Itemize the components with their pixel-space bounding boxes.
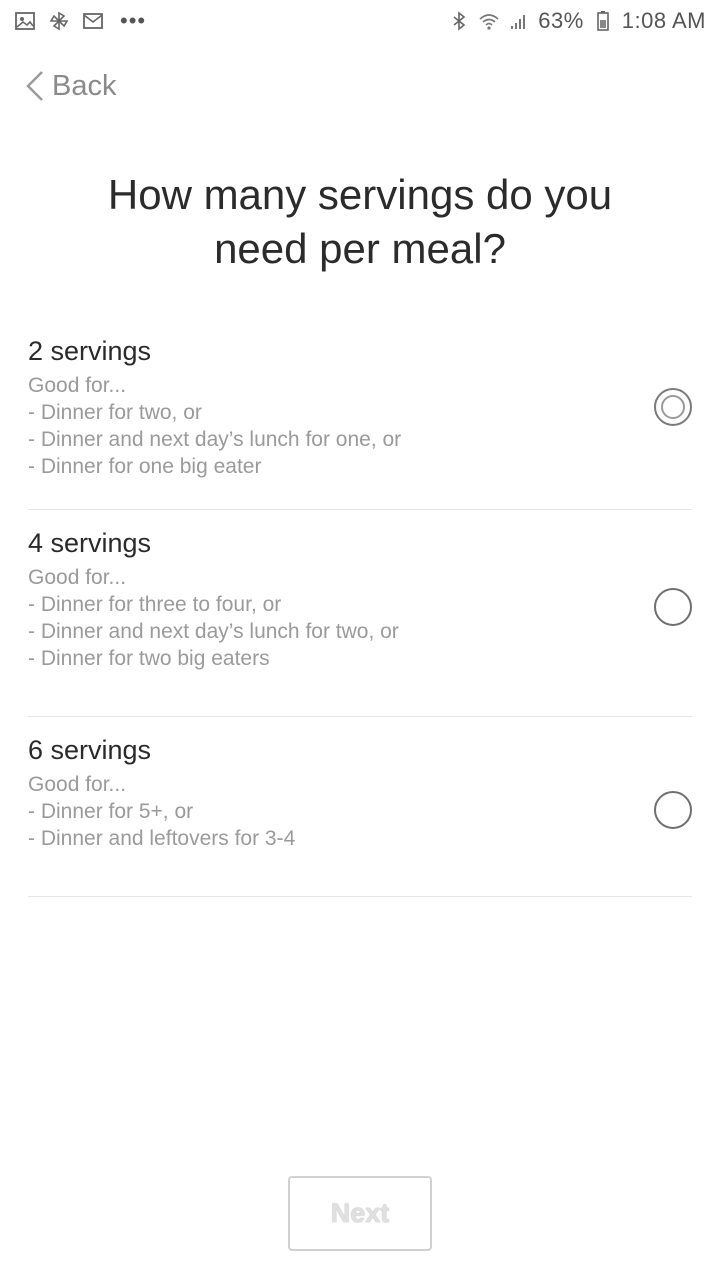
- status-right: 63% 1:08 AM: [448, 8, 706, 34]
- option-description-line: - Dinner and next day’s lunch for two, o…: [28, 620, 399, 643]
- option-description-line: - Dinner for three to four, or: [28, 593, 282, 616]
- option-description-line: - Dinner and leftovers for 3-4: [28, 827, 296, 850]
- battery-percentage: 63%: [538, 8, 584, 33]
- servings-options: 2 servings Good for... - Dinner for two,…: [28, 318, 692, 897]
- option-description-line: - Dinner for 5+, or: [28, 800, 194, 823]
- status-clock: 1:08 AM: [621, 8, 706, 33]
- option-description-line: - Dinner for two big eaters: [28, 647, 270, 670]
- option-description-line: Good for...: [28, 566, 127, 589]
- option-6-servings[interactable]: 6 servings Good for... - Dinner for 5+, …: [28, 717, 692, 897]
- gallery-icon: [14, 10, 36, 32]
- option-description-line: - Dinner for two, or: [28, 401, 202, 424]
- servings-screen: ••• 63% 1:08 AM Back How many servings d…: [0, 0, 720, 1280]
- radio-selected-indicator: [661, 395, 685, 419]
- option-description-line: - Dinner and next day’s lunch for one, o…: [28, 428, 402, 451]
- bluetooth-icon: [448, 10, 470, 32]
- more-notifications-icon: •••: [120, 8, 147, 33]
- back-button[interactable]: Back: [24, 68, 116, 104]
- battery-icon: [592, 10, 614, 32]
- wifi-icon: [478, 10, 500, 32]
- radio-button[interactable]: [654, 588, 692, 626]
- option-4-servings[interactable]: 4 servings Good for... - Dinner for thre…: [28, 510, 692, 717]
- option-description-line: Good for...: [28, 773, 127, 796]
- option-title: 6 servings: [28, 735, 152, 765]
- radio-button[interactable]: [654, 791, 692, 829]
- back-label: Back: [52, 69, 117, 102]
- page-title: How many servings do you need per meal?: [107, 171, 613, 272]
- option-2-servings[interactable]: 2 servings Good for... - Dinner for two,…: [28, 318, 692, 510]
- signal-icon: [508, 10, 530, 32]
- option-description-line: - Dinner for one big eater: [28, 455, 262, 478]
- status-bar: ••• 63% 1:08 AM: [0, 0, 720, 42]
- radio-button-selected[interactable]: [654, 388, 692, 426]
- chevron-left-icon: [26, 71, 43, 101]
- option-title: 4 servings: [28, 528, 152, 558]
- next-button[interactable]: Next: [288, 1176, 432, 1251]
- option-title: 2 servings: [28, 336, 152, 366]
- mail-icon: [82, 10, 104, 32]
- option-description-line: Good for...: [28, 374, 127, 397]
- status-left: •••: [14, 8, 146, 34]
- pinwheel-icon: [48, 10, 70, 32]
